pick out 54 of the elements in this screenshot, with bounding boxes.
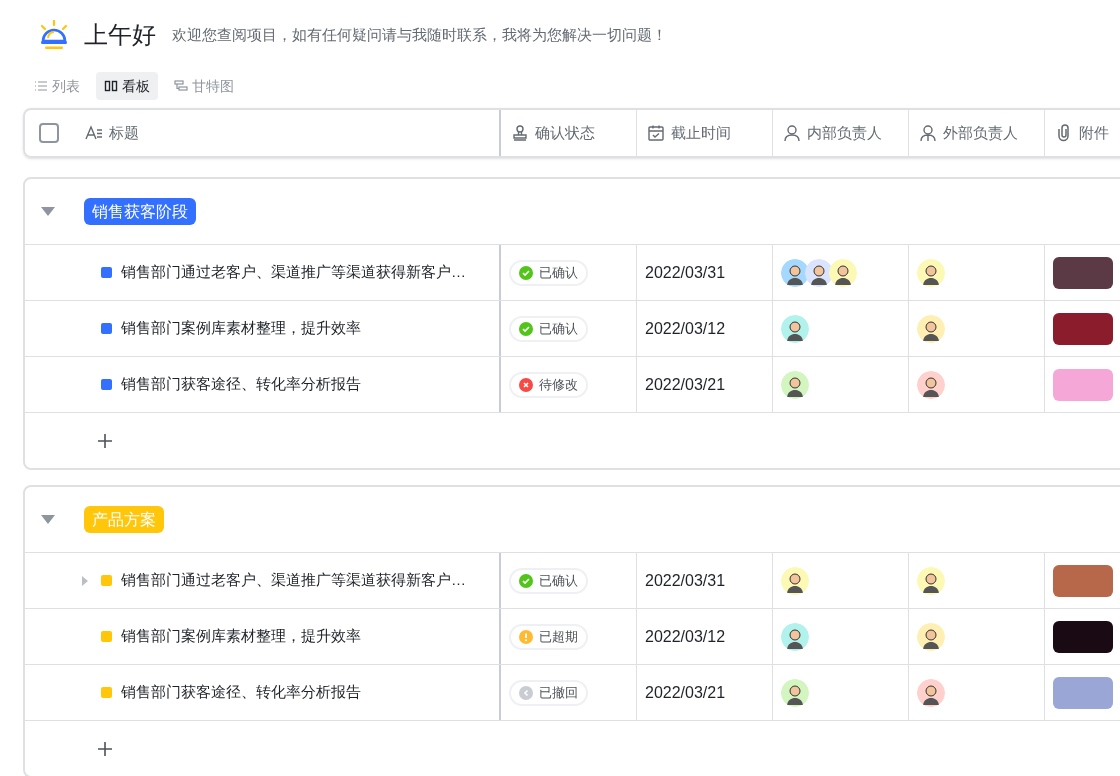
stamp-icon: [511, 124, 529, 142]
back-circle-icon: [519, 685, 533, 700]
due-date: 2022/03/21: [645, 374, 726, 395]
user-icon: [919, 124, 937, 142]
due-date: 2022/03/12: [645, 626, 726, 647]
column-header[interactable]: 截止时间: [671, 121, 731, 145]
check-circle-icon: [519, 265, 533, 280]
sunrise-icon: [38, 20, 70, 50]
add-icon[interactable]: [97, 740, 113, 757]
collapse-caret-icon[interactable]: [41, 206, 55, 217]
due-date: 2022/03/12: [645, 318, 726, 339]
status-tag: 已确认: [509, 259, 588, 286]
column-header[interactable]: 确认状态: [535, 121, 595, 145]
error-circle-icon: [519, 377, 533, 392]
list-icon: [34, 79, 48, 93]
view-tab[interactable]: 甘特图: [166, 72, 242, 100]
task-title[interactable]: 销售部门获客途径、转化率分析报告: [121, 373, 361, 396]
collapse-caret-icon[interactable]: [41, 514, 55, 525]
add-icon[interactable]: [97, 432, 113, 449]
due-date: 2022/03/31: [645, 262, 726, 283]
task-title[interactable]: 销售部门获客途径、转化率分析报告: [121, 681, 361, 704]
user-icon: [783, 124, 801, 142]
gantt-icon: [174, 79, 188, 93]
columns-icon: [104, 79, 118, 93]
calendar-icon: [647, 124, 665, 142]
column-header[interactable]: 标题: [109, 121, 139, 145]
text-format-icon: [85, 124, 103, 142]
view-tab[interactable]: 列表: [26, 72, 88, 100]
photo-placeholder[interactable]: [1053, 256, 1113, 289]
warning-circle-icon: [519, 629, 533, 644]
select-all-checkbox[interactable]: [39, 123, 59, 143]
status-tag: 已确认: [509, 315, 588, 342]
status-tag: 已确认: [509, 567, 588, 594]
task-title[interactable]: 销售部门案例库素材整理，提升效率: [121, 625, 361, 648]
status-tag: 待修改: [509, 371, 588, 398]
check-circle-icon: [519, 573, 533, 588]
task-title[interactable]: 销售部门通过老客户、渠道推广等渠道获得新客户…: [121, 261, 466, 284]
column-header[interactable]: 附件: [1079, 121, 1109, 145]
group-tag: 产品方案: [84, 506, 164, 533]
status-tag: 已超期: [509, 623, 588, 650]
group-tag: 销售获客阶段: [84, 198, 196, 225]
column-header[interactable]: 外部负责人: [943, 121, 1018, 145]
due-date: 2022/03/31: [645, 570, 726, 591]
photo-placeholder[interactable]: [1053, 620, 1113, 653]
task-title[interactable]: 销售部门通过老客户、渠道推广等渠道获得新客户…: [121, 569, 466, 592]
greeting-title: 上午好: [84, 20, 156, 50]
column-header[interactable]: 内部负责人: [807, 121, 882, 145]
greeting-subtitle: 欢迎您查阅项目，如有任何疑问请与我随时联系，我将为您解决一切问题！: [172, 24, 667, 45]
due-date: 2022/03/21: [645, 682, 726, 703]
photo-placeholder[interactable]: [1053, 312, 1113, 345]
view-tab[interactable]: 看板: [96, 72, 158, 100]
status-tag: 已撤回: [509, 679, 588, 706]
task-title[interactable]: 销售部门案例库素材整理，提升效率: [121, 317, 361, 340]
check-circle-icon: [519, 321, 533, 336]
